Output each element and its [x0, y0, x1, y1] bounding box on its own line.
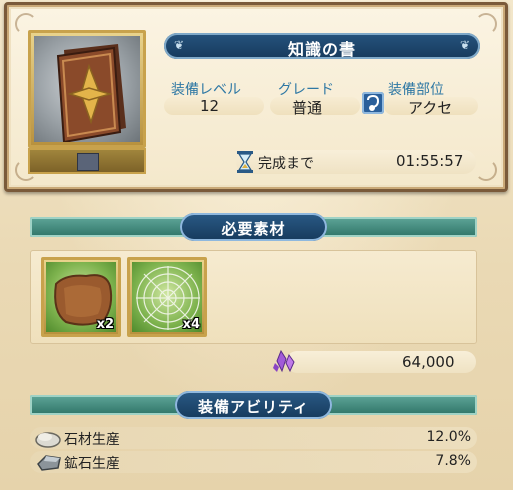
ability-name: 鉱石生産 [64, 456, 120, 472]
item-title-bar: ❦ 知識の書 ❦ [164, 33, 480, 59]
equip-level-label: 装備レベル [171, 82, 241, 98]
item-level-base [28, 148, 146, 174]
ability-row: 石材生産 12.0% [30, 427, 477, 449]
right-ornament [321, 217, 477, 237]
cost-value: 64,000 [402, 353, 455, 371]
purple-crystal-icon [273, 349, 295, 373]
book-icon [56, 44, 126, 142]
ability-name: 石材生産 [64, 432, 120, 448]
ability-value: 12.0% [426, 429, 471, 445]
abilities-header: 装備アビリティ [30, 391, 477, 419]
equipment-slot-icon [77, 153, 99, 171]
left-ornament [30, 395, 186, 415]
material-count: x4 [182, 317, 200, 332]
material-slot-web[interactable]: x4 [127, 257, 207, 337]
equip-level-value: 12 [200, 97, 220, 115]
item-name: 知識の書 [287, 40, 356, 59]
equip-slot-value: アクセ [408, 99, 453, 117]
hourglass-icon [237, 151, 253, 173]
right-flourish-icon: ❦ [459, 38, 470, 52]
material-slot-leather[interactable]: x2 [41, 257, 121, 337]
accessory-slot-icon [362, 92, 384, 114]
materials-header: 必要素材 [30, 213, 477, 241]
item-icon-frame[interactable] [28, 30, 146, 148]
ability-value: 7.8% [435, 453, 471, 469]
timer-value: 01:55:57 [396, 152, 464, 170]
ability-row: 鉱石生産 7.8% [30, 451, 477, 473]
materials-title: 必要素材 [221, 220, 286, 238]
timer-label: 完成まで [258, 156, 314, 172]
equip-slot-label: 装備部位 [388, 82, 444, 98]
material-count: x2 [96, 317, 114, 332]
abilities-title: 装備アビリティ [197, 398, 310, 416]
left-ornament [30, 217, 186, 237]
grade-value: 普通 [292, 99, 323, 117]
ore-icon [37, 455, 61, 471]
grade-label: グレード [278, 82, 334, 98]
materials-panel: x2 x4 [30, 250, 477, 344]
right-ornament [321, 395, 477, 415]
stone-icon [35, 432, 61, 448]
